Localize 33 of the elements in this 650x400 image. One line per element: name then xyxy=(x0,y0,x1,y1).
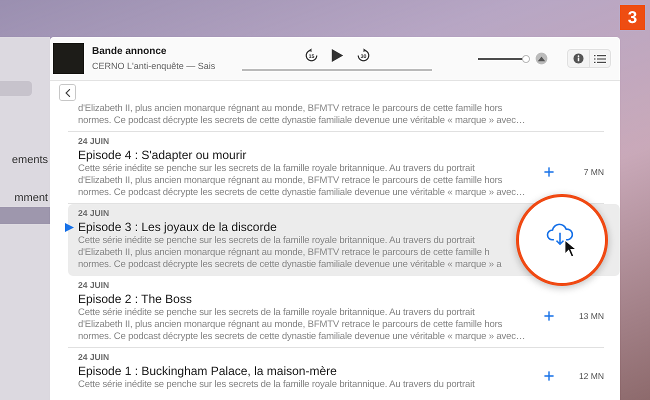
add-icon[interactable] xyxy=(544,311,554,321)
episode-description: Cette série inédite se penche sur les secrets de la famille royale britannique. Au travers du portrait d'Elizabeth II, plus ancien monarque régnant au monde, BFMTV retrace le parcours de cette famille hors normes. Ce podcast décrypte les secrets de cette dynastie familiale devenue une véritable « marque » avec… xyxy=(78,307,526,343)
episode-description: d'Elizabeth II, plus ancien monarque régnant au monde, BFMTV retrace le parcours de cette famille hors normes. Ce podcast décrypte les secrets de cette dynastie familiale devenue une véritable « marque » avec… xyxy=(78,103,526,127)
episode-date: 24 JUIN xyxy=(78,136,110,147)
play-button[interactable] xyxy=(330,48,344,63)
episode-date: 24 JUIN xyxy=(78,208,110,219)
episode-title[interactable]: Episode 4 : S'adapter ou mourir xyxy=(78,148,246,162)
cloud-download-icon[interactable] xyxy=(546,223,574,246)
episode-title[interactable]: Episode 3 : Les joyaux de la discorde xyxy=(78,220,277,234)
step-number-badge: 3 xyxy=(620,5,645,30)
episode-description: Cette série inédite se penche sur les secrets de la famille royale britannique. Au travers du portrait xyxy=(78,379,476,391)
info-icon xyxy=(573,53,584,64)
chevron-left-icon xyxy=(64,88,70,98)
episode-duration: 7 MN xyxy=(582,167,604,177)
episode-duration: 13 MN xyxy=(578,311,604,321)
airplay-icon[interactable] xyxy=(535,52,548,65)
sidebar-item[interactable]: ements xyxy=(0,151,50,169)
cover-art xyxy=(53,43,84,74)
back-button[interactable] xyxy=(59,84,76,101)
episode-description: Cette série inédite se penche sur les secrets de la famille royale britannique. Au travers du portrait d'Elizabeth II, plus ancien monarque régnant au monde, BFMTV retrace le parcours de cette famille hors normes. Ce podcast décrypte les secrets de cette dynastie familiale devenue une véritable « marque » avec… xyxy=(78,163,526,199)
add-icon[interactable] xyxy=(544,371,554,381)
episode-title[interactable]: Episode 2 : The Boss xyxy=(78,292,192,306)
sidebar-item[interactable]: mment xyxy=(0,189,50,207)
list-icon xyxy=(594,54,606,64)
episode-date: 24 JUIN xyxy=(78,352,110,363)
now-playing-title: Bande annonce xyxy=(92,46,168,57)
add-icon[interactable] xyxy=(544,167,554,177)
episode-date: 24 JUIN xyxy=(78,280,110,291)
episode-description: Cette série inédite se penche sur les secrets de la famille royale britannique. Au travers du portrait d'Elizabeth II, plus ancien monarque régnant au monde, BFMTV retrace le parcours de cette famille h normes. Ce podcast décrypte les secrets de cette dynastie familiale devenue une véritable « marque » a xyxy=(78,235,503,271)
now-playing-subtitle: CERNO L'anti-enquête — Sais xyxy=(92,61,216,71)
mouse-cursor-icon xyxy=(564,239,577,258)
episode-duration: 12 MN xyxy=(578,371,604,381)
episode-title[interactable]: Episode 1 : Buckingham Palace, la maison-mère xyxy=(78,364,337,378)
